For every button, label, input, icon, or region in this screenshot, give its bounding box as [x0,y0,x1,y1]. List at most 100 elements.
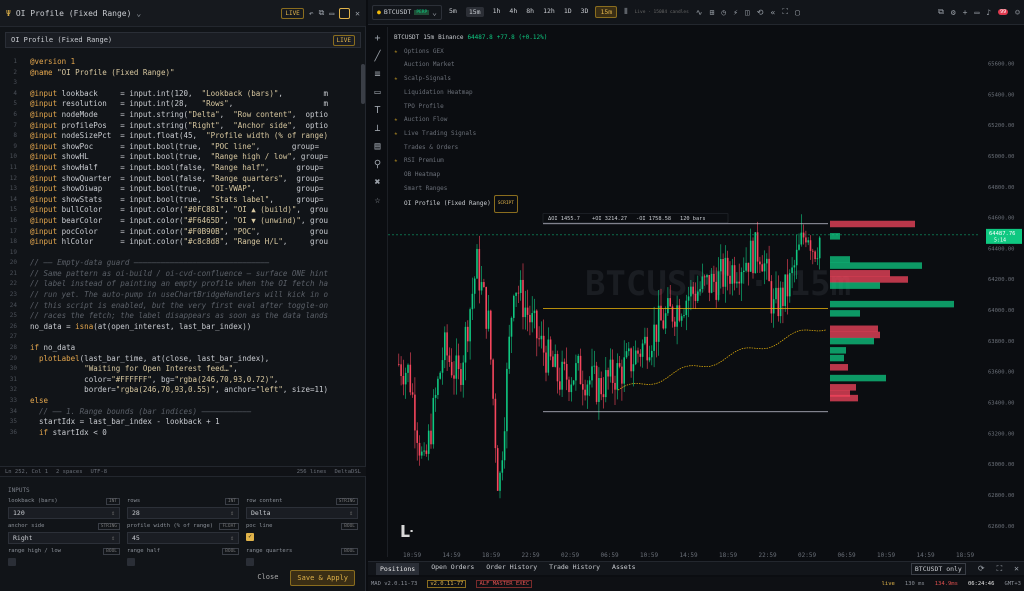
timeframe-1D[interactable]: 1D [564,7,572,17]
layout-icon[interactable]: ▢ [795,8,800,17]
code-line[interactable]: 8 @input nodeSizePct = input.float(45, "P… [0,131,366,142]
code-line[interactable]: 20 // —— Empty-data guard ———————————————… [0,258,366,269]
indicator-item[interactable]: Auction Market [394,58,547,72]
candles-icon[interactable]: ⫴ [624,7,627,17]
timeframe-12h[interactable]: 12h [543,7,555,17]
code-line[interactable]: 7 @input profilePos = input.string("Right… [0,121,366,132]
code-line[interactable]: 25 // races the fetch; the label disappea… [0,311,366,322]
bell-icon[interactable]: ♪ [986,8,991,17]
code-line[interactable]: 18 @input hlColor = input.color("#c8c8d8"… [0,237,366,248]
input-box[interactable]: 120 ⇕ [8,507,120,519]
checkbox[interactable] [127,558,135,566]
code-line[interactable]: 31 color= "#FFFFFF", bg= "rgba(246,70,93,0… [0,375,366,386]
input-box[interactable]: 45 ⇕ [127,532,239,544]
code-line[interactable]: 15 @input bullColor = input.color("#0FC88… [0,205,366,216]
tab-open-orders[interactable]: Open Orders [431,563,474,575]
timeframe-8h[interactable]: 8h [526,7,534,17]
code-line[interactable]: 12 @input showQuarter = input.bool(false,… [0,174,366,185]
indicator-item[interactable]: ★ Live Trading Signals [394,127,547,141]
editor-scrollbar[interactable] [361,64,365,104]
user-icon[interactable]: ☺ [1015,8,1020,17]
fib-icon[interactable]: ≡ [374,69,380,80]
refresh-icon[interactable]: ⟳ [978,564,985,573]
indicator-item[interactable]: ★ Options GEX [394,45,547,59]
star-icon[interactable]: ☆ [374,195,380,206]
indicator-item[interactable]: Liquidation Heatmap [394,86,547,100]
code-line[interactable]: 5 @input resolution = input.int(28, "Rows… [0,99,366,110]
save-apply-button[interactable]: Save & Apply [290,570,355,586]
grid-icon[interactable]: ⊞ [709,8,714,17]
close-icon[interactable]: ✕ [1014,564,1019,573]
code-line[interactable]: 30 "Waiting for Open Interest feed…", [0,364,366,375]
tab-positions[interactable]: Positions [376,562,420,575]
crosshair-icon[interactable]: + [374,33,380,44]
stepper-icon[interactable]: ⇕ [111,509,115,517]
chart-area[interactable]: BTCUSDT · 15m 65600.00 65400.00 65200.00 650… [388,25,1024,560]
tab-assets[interactable]: Assets [612,563,635,575]
rewind-icon[interactable]: « [771,8,776,17]
indicator-item[interactable]: OI Profile (Fixed Range) SCRIPT [394,195,547,214]
maximize-button[interactable] [339,7,351,19]
measure-icon[interactable]: ⚲ [374,159,381,170]
code-line[interactable]: 26 no_data = isna (at(open_interest, last_… [0,322,366,333]
timeframe-15m[interactable]: 15m [465,7,484,17]
code-line[interactable]: 16 @input bearColor = input.color("#F6465… [0,216,366,227]
code-line[interactable]: 36 if startIdx < 0 [0,428,366,439]
copy-icon[interactable]: ⧉ [319,8,325,18]
code-line[interactable]: 34 // —— 1. Range bounds (bar indices) —… [0,407,366,418]
replay-icon[interactable]: ⟲ [757,8,764,17]
code-line[interactable]: 23 // run yet. The auto-pump in useChartB… [0,290,366,301]
indicators-icon[interactable]: ∿ [696,8,703,17]
fullscreen-icon[interactable]: ⛶ [782,7,788,17]
code-line[interactable]: 33 else [0,396,366,407]
code-editor[interactable]: 1 @version 1 2 @name "OI Profile (Fixed Ran… [0,57,366,457]
close-icon[interactable]: ✕ [355,9,360,18]
camera-icon[interactable]: ◫ [745,8,750,17]
code-line[interactable]: 29 plotLabel (last_bar_time, at(close, la… [0,354,366,365]
timeframe-select[interactable]: 15m [595,6,618,18]
timeframe-1h[interactable]: 1h [493,7,501,17]
indicator-item[interactable]: Smart Ranges [394,182,547,196]
bolt-icon[interactable]: ⚡ [733,8,738,17]
code-line[interactable]: 6 @input nodeMode = input.string("Delta",… [0,110,366,121]
symbol-selector[interactable]: ● BTCUSDT PERP ⌄ [372,4,442,20]
code-line[interactable]: 28 if no_data [0,343,366,354]
code-line[interactable]: 1 @version 1 [0,57,366,68]
clock-icon[interactable]: ◷ [721,8,726,17]
stepper-icon[interactable]: ⇕ [230,534,234,542]
indicator-item[interactable]: ★ Scalp-Signals [394,72,547,86]
code-line[interactable]: 19 [0,248,366,259]
share-icon[interactable]: ⧉ [938,7,944,17]
tab-order-history[interactable]: Order History [486,563,537,575]
timeframe-3D[interactable]: 3D [581,7,589,17]
checkbox[interactable]: ✓ [246,533,254,541]
stepper-icon[interactable]: ⇕ [111,534,115,542]
code-line[interactable]: 9 @input showPoc = input.bool(true, "POC … [0,142,366,153]
code-line[interactable]: 3 [0,78,366,89]
panel-icon[interactable]: ▭ [329,9,334,18]
stepper-icon[interactable]: ⇕ [349,509,353,517]
window-icon[interactable]: ▭ [974,8,979,17]
chevron-down-icon[interactable]: ⌄ [136,9,141,18]
stepper-icon[interactable]: ⇕ [230,509,234,517]
expand-icon[interactable]: ⛶ [997,564,1003,574]
code-line[interactable]: 2 @name "OI Profile (Fixed Range)" [0,68,366,79]
code-line[interactable]: 22 // label instead of painting an empty … [0,279,366,290]
code-line[interactable]: 17 @input pocColor = input.color("#F0B90B… [0,227,366,238]
indicator-item[interactable]: Trades & Orders [394,141,547,155]
code-line[interactable]: 21 // Same pattern as oi-build / oi-cvd-c… [0,269,366,280]
indicator-item[interactable]: ★ RSI Premium [394,154,547,168]
input-box[interactable]: Right ⇕ [8,532,120,544]
code-line[interactable]: 10 @input showHL = input.bool(true, "Rang… [0,152,366,163]
code-line[interactable]: 14 @input showStats = input.bool(true, "S… [0,195,366,206]
code-line[interactable]: 32 border= "rgba(246,70,93,0.55)", anchor… [0,385,366,396]
input-box[interactable]: Delta ⇕ [246,507,358,519]
settings-icon[interactable]: ⚙ [951,8,956,17]
code-line[interactable]: 13 @input showOiwap = input.bool(true, "O… [0,184,366,195]
ruler-icon[interactable]: ▤ [374,141,380,152]
code-line[interactable]: 35 startIdx = last_bar_index - lookback … [0,417,366,428]
close-button[interactable]: Close [251,570,284,586]
tab-trade-history[interactable]: Trade History [549,563,600,575]
trash-icon[interactable]: ✖ [374,177,380,188]
input-box[interactable]: 28 ⇕ [127,507,239,519]
